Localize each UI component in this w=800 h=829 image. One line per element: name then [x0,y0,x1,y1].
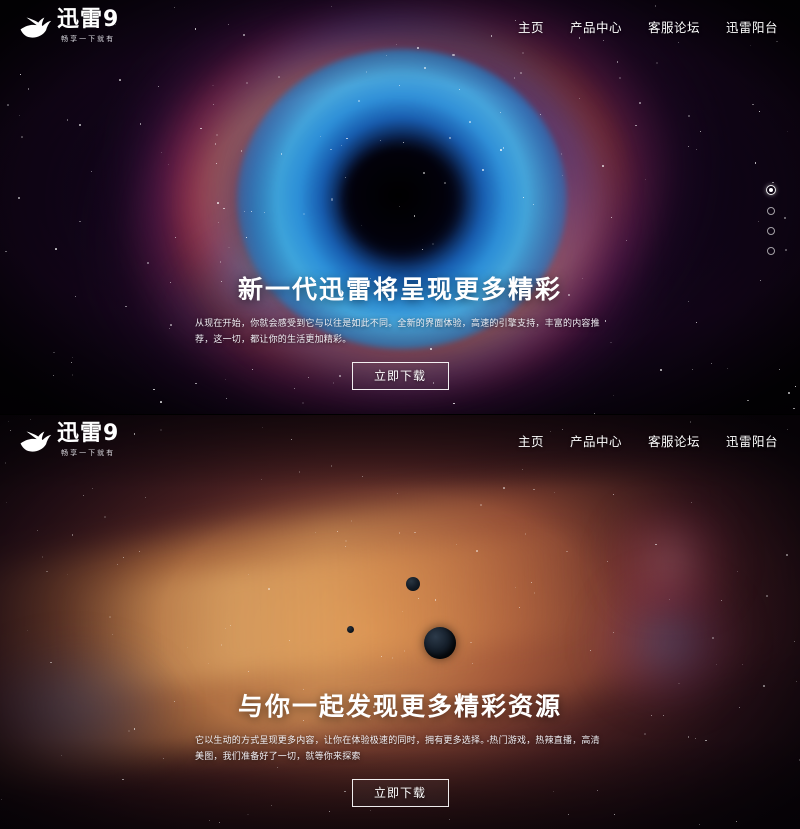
nav-item-forum[interactable]: 客服论坛 [648,17,700,36]
download-button-1[interactable]: 立即下载 [351,361,449,390]
nav-item-balcony-2[interactable]: 迅雷阳台 [726,431,778,450]
slide-dots-1 [766,179,776,261]
brand-name: 迅雷9 [57,6,120,32]
slide-dot-1[interactable] [766,185,776,195]
hummingbird-icon [20,431,52,452]
slide-dot-4[interactable] [767,247,775,255]
hero-1-subtitle: 从现在开始，你就会感受到它与以往是如此不同。全新的界面体验，高速的引擎支持，丰富… [195,318,600,344]
hero-1-title: 新一代迅雷将呈现更多精彩 [237,276,562,304]
hero-2-content: 与你一起发现更多精彩资源 它以生动的方式呈现更多内容，让你在体验极速的同时，拥有… [0,692,800,807]
nav-item-balcony[interactable]: 迅雷阳台 [726,17,778,36]
planet-medium [406,577,420,591]
main-nav-2: 主页 产品中心 客服论坛 迅雷阳台 [492,431,778,450]
brand-tagline-2: 畅享一下就有 [61,449,116,457]
brand-tagline: 畅享一下就有 [61,35,116,43]
slide-dot-3[interactable] [767,227,775,235]
nav-item-forum-2[interactable]: 客服论坛 [648,431,700,450]
hero-1-content: 新一代迅雷将呈现更多精彩 从现在开始，你就会感受到它与以往是如此不同。全新的界面… [0,275,800,390]
main-nav: 主页 产品中心 客服论坛 迅雷阳台 [492,17,778,36]
hero-2-title: 与你一起发现更多精彩资源 [237,693,562,721]
hummingbird-icon [20,17,52,38]
hero-2-subtitle: 它以生动的方式呈现更多内容，让你在体验极速的同时，拥有更多选择。热门游戏，热辣直… [195,735,600,761]
slide-dot-2[interactable] [767,207,775,215]
nav-item-home-2[interactable]: 主页 [518,431,544,450]
nav-item-products[interactable]: 产品中心 [570,17,622,36]
planet-small [347,626,354,633]
brand-logo-2[interactable]: 迅雷9 畅享一下就有 [18,420,120,458]
brand-logo[interactable]: 迅雷9 畅享一下就有 [18,6,120,44]
site-header-2: 迅雷9 畅享一下就有 主页 产品中心 客服论坛 迅雷阳台 [0,414,800,466]
download-button-2[interactable]: 立即下载 [351,778,449,807]
nav-item-products-2[interactable]: 产品中心 [570,431,622,450]
planet-large [424,627,456,659]
site-header: 迅雷9 畅享一下就有 主页 产品中心 客服论坛 迅雷阳台 [0,0,800,52]
brand-name-2: 迅雷9 [57,420,120,446]
nav-item-home[interactable]: 主页 [518,17,544,36]
section-divider [0,414,800,415]
landing-page: 迅雷9 畅享一下就有 主页 产品中心 客服论坛 迅雷阳台 新一代迅雷将呈现更多精… [0,0,800,829]
